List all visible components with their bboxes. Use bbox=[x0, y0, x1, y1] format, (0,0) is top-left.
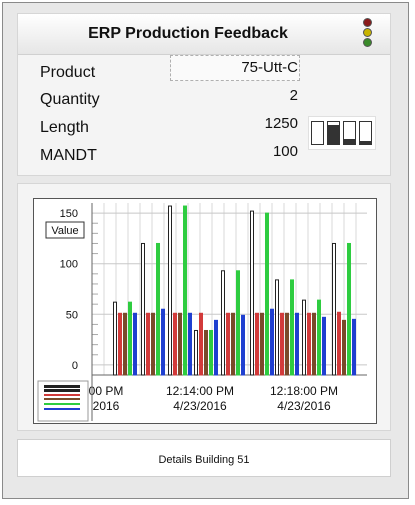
chart-bar bbox=[302, 299, 306, 376]
page-title: ERP Production Feedback bbox=[88, 25, 288, 42]
chart-bar bbox=[118, 312, 122, 376]
chart-bar bbox=[173, 312, 177, 376]
y-axis-label: Value bbox=[51, 225, 78, 237]
chart-bar bbox=[337, 311, 341, 376]
chart-bar bbox=[156, 242, 160, 376]
chart-bar bbox=[290, 279, 294, 376]
chart-bar bbox=[342, 319, 346, 376]
status-light-yellow bbox=[363, 28, 372, 37]
y-tick-label: 150 bbox=[60, 208, 78, 220]
chart-bar bbox=[221, 270, 225, 376]
level-gauge bbox=[359, 121, 372, 145]
chart-bar bbox=[285, 312, 289, 376]
chart-bar bbox=[146, 312, 150, 376]
chart-bar bbox=[151, 312, 155, 376]
chart-bar bbox=[183, 205, 187, 376]
chart-bar bbox=[250, 210, 254, 376]
level-gauges bbox=[308, 116, 376, 150]
y-tick-label: 0 bbox=[72, 360, 78, 372]
chart-bar bbox=[255, 312, 259, 376]
chart-bar bbox=[241, 314, 245, 376]
chart-bar bbox=[209, 329, 213, 376]
chart-bar bbox=[270, 308, 274, 376]
chart-bar bbox=[231, 312, 235, 376]
chart-bar bbox=[194, 329, 198, 376]
level-gauge bbox=[311, 121, 324, 145]
chart-bar bbox=[295, 312, 299, 376]
chart-bar bbox=[168, 205, 172, 376]
chart-bar bbox=[280, 312, 284, 376]
chart-bar bbox=[113, 301, 117, 376]
chart-bar bbox=[141, 242, 145, 376]
chart-panel: Value 150 100 50 0 00 PM 2016 12:14:00 PM 4/23/… bbox=[17, 183, 391, 431]
length-value: 1250 bbox=[264, 115, 298, 132]
x-tick-time: 12:18:00 PM bbox=[270, 384, 338, 398]
chart-bar bbox=[123, 312, 127, 376]
panel-header: ERP Production Feedback bbox=[18, 14, 390, 55]
gauge-fill bbox=[328, 125, 339, 144]
chart-container[interactable]: Value 150 100 50 0 00 PM 2016 12:14:00 PM 4/23/… bbox=[33, 198, 377, 424]
chart-bar bbox=[332, 242, 336, 376]
chart-bar bbox=[312, 312, 316, 376]
bar-chart: Value 15010050000 PM201612:14:00 PM4/23/… bbox=[37, 203, 367, 422]
chart-bar bbox=[352, 318, 356, 376]
x-tick-time: 00 PM bbox=[89, 384, 124, 398]
chart-bar bbox=[347, 242, 351, 376]
quantity-label: Quantity bbox=[40, 91, 100, 108]
window-frame: ERP Production Feedback Product 75-Utt-C… bbox=[2, 2, 409, 499]
status-light-red bbox=[363, 18, 372, 27]
mandt-value: 100 bbox=[272, 143, 298, 160]
chart-bar bbox=[236, 270, 240, 376]
chart-bar bbox=[199, 312, 203, 376]
x-tick-time: 12:14:00 PM bbox=[166, 384, 234, 398]
mandt-label: MANDT bbox=[40, 147, 97, 164]
level-gauge bbox=[327, 121, 340, 145]
chart-bar bbox=[275, 279, 279, 376]
feedback-panel: ERP Production Feedback Product 75-Utt-C… bbox=[17, 13, 391, 176]
quantity-value: 2 bbox=[289, 87, 298, 104]
chart-bar bbox=[133, 312, 137, 376]
x-tick-date: 4/23/2016 bbox=[277, 399, 331, 413]
chart-bar bbox=[214, 319, 218, 376]
chart-bar bbox=[161, 308, 165, 376]
gauge-fill bbox=[344, 138, 355, 144]
chart-bar bbox=[260, 312, 264, 376]
y-tick-label: 50 bbox=[66, 309, 78, 321]
x-tick-date: 4/23/2016 bbox=[173, 399, 227, 413]
chart-bar bbox=[307, 312, 311, 376]
chart-bar bbox=[188, 312, 192, 376]
gauge-fill bbox=[360, 140, 371, 144]
chart-bar bbox=[317, 299, 321, 376]
chart-bar bbox=[322, 316, 326, 376]
traffic-light-icon bbox=[362, 18, 374, 47]
chart-bar bbox=[178, 312, 182, 376]
product-value: 75-Utt-C bbox=[241, 59, 298, 76]
chart-bar bbox=[128, 301, 132, 376]
product-label: Product bbox=[40, 64, 96, 81]
level-gauge bbox=[343, 121, 356, 145]
chart-bar bbox=[204, 329, 208, 376]
x-tick-date: 2016 bbox=[93, 399, 120, 413]
y-tick-label: 100 bbox=[60, 259, 78, 271]
chart-bar bbox=[226, 312, 230, 376]
details-panel: Details Building 51 bbox=[17, 439, 391, 477]
chart-bar bbox=[265, 212, 269, 376]
details-text: Details Building 51 bbox=[158, 454, 250, 466]
status-light-green bbox=[363, 38, 372, 47]
length-label: Length bbox=[40, 119, 89, 136]
